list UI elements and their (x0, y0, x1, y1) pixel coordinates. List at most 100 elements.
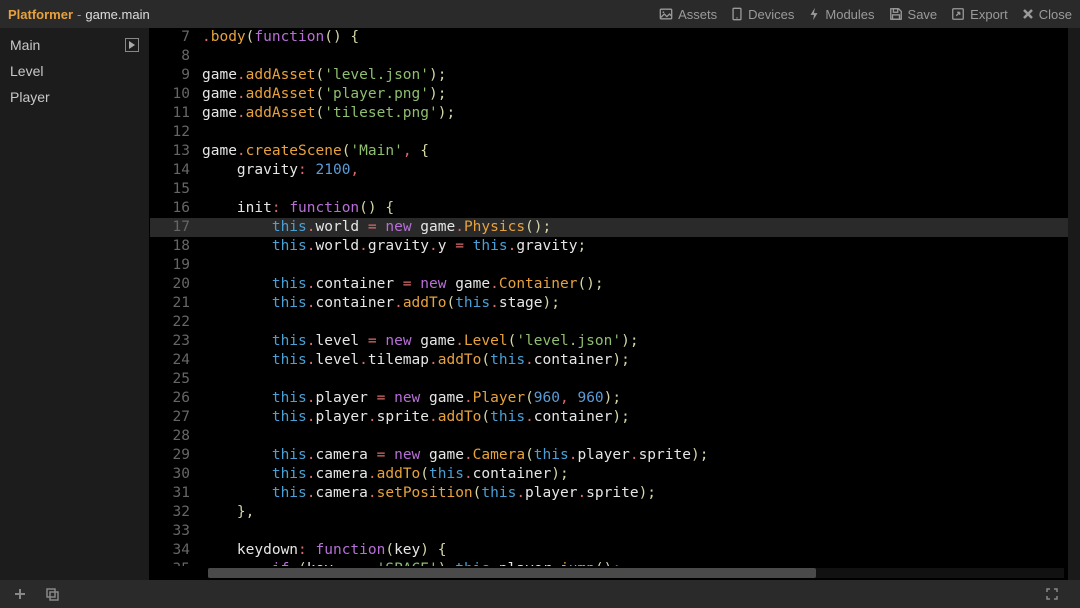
code-line[interactable]: 26 this.player = new game.Player(960, 96… (150, 389, 1080, 408)
code-content: this.container = new game.Container(); (202, 275, 604, 294)
sidebar-item-label: Level (10, 63, 43, 79)
line-number: 11 (150, 104, 202, 123)
sidebar-item-level[interactable]: Level (0, 58, 149, 84)
code-line[interactable]: 21 this.container.addTo(this.stage); (150, 294, 1080, 313)
code-line[interactable]: 15 (150, 180, 1080, 199)
devices-button[interactable]: Devices (731, 7, 794, 22)
save-button[interactable]: Save (889, 7, 938, 22)
scrollbar-thumb[interactable] (208, 568, 816, 578)
line-number: 22 (150, 313, 202, 332)
sidebar: Main Level Player (0, 28, 150, 580)
code-content: keydown: function(key) { (202, 541, 446, 560)
file-title: game.main (85, 7, 149, 22)
code-line[interactable]: 17 this.world = new game.Physics(); (150, 218, 1080, 237)
code-line[interactable]: 11game.addAsset('tileset.png'); (150, 104, 1080, 123)
code-line[interactable]: 10game.addAsset('player.png'); (150, 85, 1080, 104)
code-editor[interactable]: 7.body(function() {89game.addAsset('leve… (150, 28, 1080, 580)
code-line[interactable]: 35 if (key === 'SPACE') this.player.jump… (150, 560, 1080, 566)
line-number: 32 (150, 503, 202, 522)
line-number: 33 (150, 522, 202, 541)
code-line[interactable]: 12 (150, 123, 1080, 142)
vertical-scrollbar[interactable] (1068, 28, 1080, 580)
code-line[interactable]: 7.body(function() { (150, 28, 1080, 47)
code-line[interactable]: 8 (150, 47, 1080, 66)
code-content: game.createScene('Main', { (202, 142, 429, 161)
line-number: 14 (150, 161, 202, 180)
line-number: 30 (150, 465, 202, 484)
export-icon (951, 7, 965, 21)
code-line[interactable]: 18 this.world.gravity.y = this.gravity; (150, 237, 1080, 256)
code-content: .body(function() { (202, 28, 359, 47)
code-line[interactable]: 24 this.level.tilemap.addTo(this.contain… (150, 351, 1080, 370)
code-line[interactable]: 19 (150, 256, 1080, 275)
code-content: this.camera.addTo(this.container); (202, 465, 569, 484)
fullscreen-button[interactable] (1040, 584, 1064, 604)
project-title: Platformer (8, 7, 73, 22)
code-content: gravity: 2100, (202, 161, 359, 180)
line-number: 35 (150, 560, 202, 566)
code-line[interactable]: 32 }, (150, 503, 1080, 522)
assets-button[interactable]: Assets (659, 7, 717, 22)
line-number: 12 (150, 123, 202, 142)
line-number: 15 (150, 180, 202, 199)
sidebar-item-player[interactable]: Player (0, 84, 149, 110)
sidebar-item-label: Player (10, 89, 50, 105)
code-content: this.player.sprite.addTo(this.container)… (202, 408, 630, 427)
play-icon[interactable] (125, 38, 139, 52)
line-number: 29 (150, 446, 202, 465)
code-line[interactable]: 34 keydown: function(key) { (150, 541, 1080, 560)
code-line[interactable]: 28 (150, 427, 1080, 446)
code-content: this.player = new game.Player(960, 960); (202, 389, 621, 408)
line-number: 25 (150, 370, 202, 389)
title-separator: - (77, 7, 81, 22)
bolt-icon (808, 7, 820, 21)
code-content: if (key === 'SPACE') this.player.jump(); (202, 560, 621, 566)
code-line[interactable]: 16 init: function() { (150, 199, 1080, 218)
line-number: 17 (150, 218, 202, 237)
code-content: this.world.gravity.y = this.gravity; (202, 237, 586, 256)
line-number: 13 (150, 142, 202, 161)
code-line[interactable]: 9game.addAsset('level.json'); (150, 66, 1080, 85)
code-line[interactable]: 31 this.camera.setPosition(this.player.s… (150, 484, 1080, 503)
code-line[interactable]: 25 (150, 370, 1080, 389)
close-button[interactable]: Close (1022, 7, 1072, 22)
add-button[interactable] (8, 584, 32, 604)
modules-button[interactable]: Modules (808, 7, 874, 22)
code-content: this.container.addTo(this.stage); (202, 294, 560, 313)
code-line[interactable]: 13game.createScene('Main', { (150, 142, 1080, 161)
topbar: Platformer - game.main Assets Devices Mo… (0, 0, 1080, 28)
copy-icon (45, 587, 59, 601)
line-number: 7 (150, 28, 202, 47)
code-line[interactable]: 22 (150, 313, 1080, 332)
copy-button[interactable] (40, 584, 64, 604)
code-line[interactable]: 33 (150, 522, 1080, 541)
code-content: game.addAsset('level.json'); (202, 66, 446, 85)
sidebar-item-label: Main (10, 37, 40, 53)
line-number: 26 (150, 389, 202, 408)
code-line[interactable]: 30 this.camera.addTo(this.container); (150, 465, 1080, 484)
code-content: this.camera = new game.Camera(this.playe… (202, 446, 708, 465)
line-number: 23 (150, 332, 202, 351)
line-number: 24 (150, 351, 202, 370)
code-line[interactable]: 29 this.camera = new game.Camera(this.pl… (150, 446, 1080, 465)
code-line[interactable]: 23 this.level = new game.Level('level.js… (150, 332, 1080, 351)
code-content: game.addAsset('tileset.png'); (202, 104, 455, 123)
line-number: 8 (150, 47, 202, 66)
code-content: }, (202, 503, 254, 522)
code-content: this.level.tilemap.addTo(this.container)… (202, 351, 630, 370)
line-number: 31 (150, 484, 202, 503)
code-content: this.world = new game.Physics(); (202, 218, 551, 237)
code-content: this.camera.setPosition(this.player.spri… (202, 484, 656, 503)
export-button[interactable]: Export (951, 7, 1008, 22)
code-line[interactable]: 27 this.player.sprite.addTo(this.contain… (150, 408, 1080, 427)
line-number: 16 (150, 199, 202, 218)
sidebar-item-main[interactable]: Main (0, 32, 149, 58)
horizontal-scrollbar[interactable] (208, 568, 1064, 578)
image-icon (659, 7, 673, 21)
code-line[interactable]: 20 this.container = new game.Container()… (150, 275, 1080, 294)
close-icon (1022, 8, 1034, 20)
tablet-icon (731, 7, 743, 21)
line-number: 9 (150, 66, 202, 85)
code-line[interactable]: 14 gravity: 2100, (150, 161, 1080, 180)
line-number: 28 (150, 427, 202, 446)
